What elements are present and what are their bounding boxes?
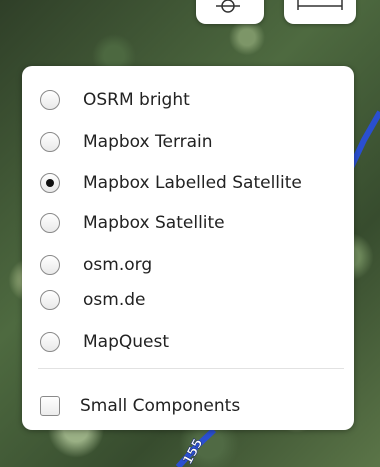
layer-option-osrm-bright[interactable]: OSRM bright <box>40 85 350 115</box>
measure-icon <box>297 0 343 10</box>
layer-option-label: Mapbox Satellite <box>83 213 225 233</box>
layer-option-label: Mapbox Labelled Satellite <box>83 173 302 193</box>
radio-button[interactable] <box>40 290 60 310</box>
layer-option-label: Mapbox Terrain <box>83 132 213 152</box>
locate-icon <box>216 0 240 13</box>
checkbox[interactable] <box>40 396 60 416</box>
layer-option-osm-de[interactable]: osm.de <box>40 285 350 315</box>
layer-option-label: OSRM bright <box>83 90 190 110</box>
panel-divider <box>38 368 344 369</box>
map-control-button[interactable] <box>196 0 264 24</box>
layer-option-label: osm.de <box>83 290 146 310</box>
layer-option-label: osm.org <box>83 255 153 275</box>
radio-button[interactable] <box>40 173 60 193</box>
map-control-button[interactable] <box>284 0 356 24</box>
layer-option-mapbox-satellite[interactable]: Mapbox Satellite <box>40 208 350 238</box>
radio-button[interactable] <box>40 255 60 275</box>
radio-button[interactable] <box>40 132 60 152</box>
layer-option-mapbox-terrain[interactable]: Mapbox Terrain <box>40 127 350 157</box>
layer-option-label: MapQuest <box>83 332 170 352</box>
layer-option-osm-org[interactable]: osm.org <box>40 250 350 280</box>
layer-switcher-panel: OSRM bright Mapbox Terrain Mapbox Labell… <box>22 66 354 430</box>
layer-option-mapbox-labelled-satellite[interactable]: Mapbox Labelled Satellite <box>40 168 350 198</box>
radio-button[interactable] <box>40 213 60 233</box>
radio-button[interactable] <box>40 332 60 352</box>
overlay-small-components[interactable]: Small Components <box>40 391 350 421</box>
radio-button[interactable] <box>40 90 60 110</box>
overlay-label: Small Components <box>80 396 241 416</box>
layer-option-mapquest[interactable]: MapQuest <box>40 327 350 357</box>
